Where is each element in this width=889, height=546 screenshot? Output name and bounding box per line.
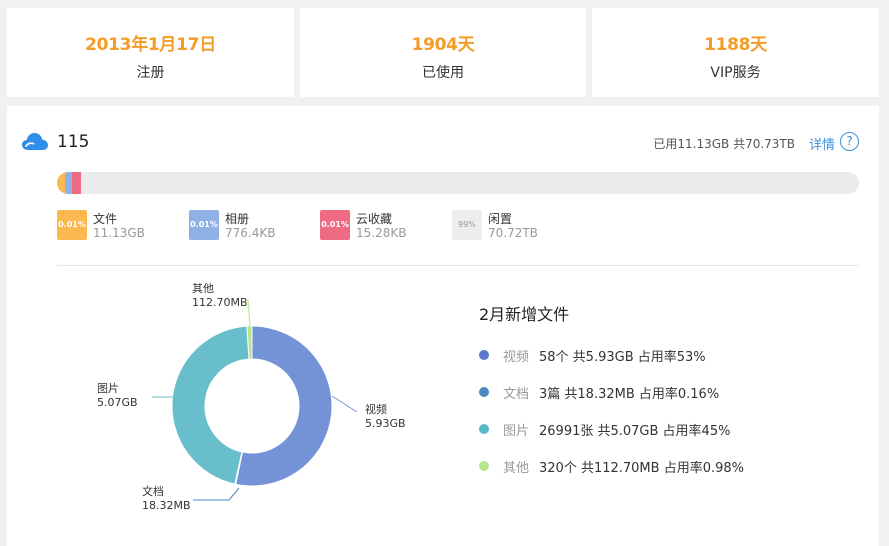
monthly-stat-document: 3篇 共18.32MB 占用率0.16% [539, 387, 720, 402]
register-label: 注册 [136, 65, 165, 81]
help-icon[interactable]: ? [840, 132, 859, 151]
legend-name-idle: 闲置 [488, 212, 513, 226]
vip-days-value: 1188天 [704, 35, 767, 55]
monthly-title: 2月新增文件 [479, 305, 570, 324]
donut-label-value-video: 5.93GB [365, 417, 406, 430]
detail-link[interactable]: 详情 [809, 134, 835, 153]
days-used-value: 1904天 [411, 35, 475, 55]
monthly-stat-video: 58个 共5.93GB 占用率53% [539, 350, 706, 365]
donut-label-name-image: 图片 [97, 382, 119, 395]
vip-label: VIP服务 [710, 65, 761, 81]
donut-label-name-other: 其他 [192, 282, 214, 295]
donut-chart: 视频5.93GB 文档18.32MB 图片5.07GB 其他112.70MB [97, 282, 406, 512]
donut-slice-image[interactable] [171, 325, 250, 485]
donut-label-value-other: 112.70MB [192, 296, 248, 309]
donut-leader-line-document [193, 487, 240, 501]
donut-leader-line-other [247, 298, 251, 329]
donut-label-value-document: 18.32MB [142, 499, 191, 512]
days-used-label: 已使用 [422, 65, 464, 81]
monthly-category-image: 图片 [503, 424, 530, 439]
donut-label-name-document: 文档 [142, 484, 164, 498]
stat-card-register: 2013年1月17日 注册 [7, 8, 294, 97]
register-date: 2013年1月17日 [85, 35, 216, 55]
stat-card-days-used: 1904天 已使用 [300, 8, 586, 97]
other-dot-icon [479, 461, 489, 471]
monthly-stat-other: 320个 共112.70MB 占用率0.98% [539, 461, 744, 476]
legend-size-idle: 70.72TB [488, 226, 538, 240]
monthly-category-video: 视频 [503, 350, 530, 365]
monthly-stat-image: 26991张 共5.07GB 占用率45% [539, 424, 731, 439]
donut-leader-line-video [331, 395, 358, 413]
image-dot-icon [479, 424, 489, 434]
monthly-category-other: 其他 [503, 461, 530, 476]
monthly-category-document: 文档 [503, 387, 530, 402]
storage-usage-text: 已用11.13GB 共70.73TB [653, 137, 795, 151]
donut-label-name-video: 视频 [365, 402, 387, 416]
storage-card: 115 已用11.13GB 共70.73TB 详情 ? 0.01% 文件 11.… [7, 106, 879, 546]
document-dot-icon [479, 387, 489, 397]
video-dot-icon [479, 350, 489, 360]
stat-card-vip: 1188天 VIP服务 [592, 8, 879, 97]
donut-label-value-image: 5.07GB [97, 396, 138, 409]
